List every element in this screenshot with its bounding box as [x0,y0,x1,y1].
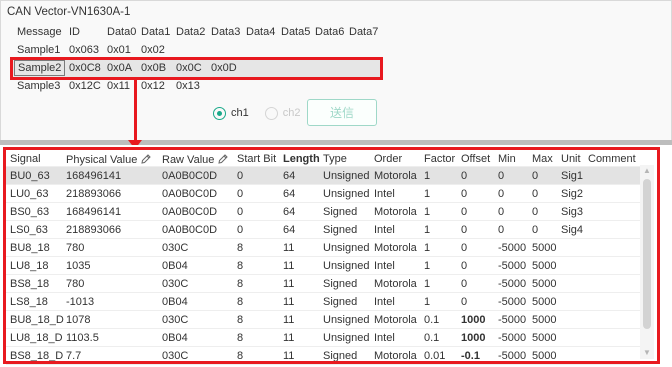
callout-arrow-line [134,79,137,143]
header-message[interactable]: Message [17,26,62,38]
signal-panel: Signal Physical Value Raw Value Start Bi… [0,145,672,367]
message-data-byte-1[interactable]: 0x12 [141,80,165,92]
header-data2[interactable]: Data2 [176,26,205,38]
message-data-byte-2[interactable]: 0x13 [176,80,200,92]
header-data4[interactable]: Data4 [246,26,275,38]
channel-selector: ch1 ch2 [213,103,317,123]
ch2-radio[interactable] [264,106,278,120]
window-title: CAN Vector-VN1630A-1 [7,6,131,18]
message-data-byte-0[interactable]: 0x01 [107,44,131,56]
ch1-label[interactable]: ch1 [231,107,249,119]
ch1-radio[interactable] [213,106,226,120]
header-data5[interactable]: Data5 [281,26,310,38]
message-table-header: Message ID Data0 Data1 Data2 Data3 Data4… [13,23,383,41]
message-data-byte-0[interactable]: 0x11 [107,80,130,92]
selected-message-highlight-box [10,57,383,80]
signal-table-highlight-box [3,147,660,364]
header-data0[interactable]: Data0 [107,26,136,38]
message-data-byte-1[interactable]: 0x02 [141,44,165,56]
ch2-label[interactable]: ch2 [283,107,301,119]
message-id[interactable]: 0x12C [69,80,101,92]
header-data6[interactable]: Data6 [315,26,344,38]
header-data1[interactable]: Data1 [141,26,170,38]
message-panel: CAN Vector-VN1630A-1 Message ID Data0 Da… [0,0,672,140]
header-data3[interactable]: Data3 [211,26,240,38]
message-id[interactable]: 0x063 [69,44,99,56]
header-id[interactable]: ID [69,26,80,38]
message-name[interactable]: Sample1 [17,44,60,56]
send-button[interactable]: 送信 [307,99,377,126]
message-name[interactable]: Sample3 [17,80,60,92]
header-data7[interactable]: Data7 [349,26,378,38]
